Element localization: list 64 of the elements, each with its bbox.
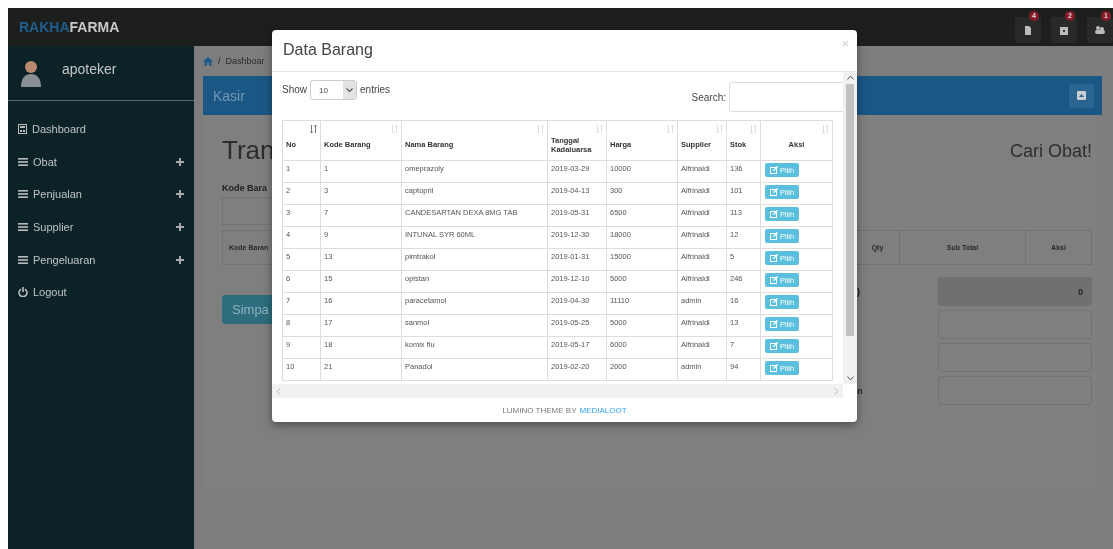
calendar-notification-button[interactable]	[1051, 17, 1077, 43]
user-name: apoteker	[62, 61, 117, 77]
logo[interactable]: RAKHAFARMA	[19, 19, 120, 35]
edit-icon	[770, 276, 778, 284]
sort-icon	[391, 125, 398, 133]
field-label: n	[857, 385, 863, 396]
sidebar-item[interactable]: Logout	[8, 275, 194, 309]
sidebar-item[interactable]: Dashboard	[8, 113, 194, 146]
entries-label: entries	[360, 84, 391, 95]
page-size-select[interactable]: 10	[310, 80, 357, 100]
sort-icon	[716, 125, 723, 133]
horizontal-scrollbar[interactable]	[272, 384, 843, 398]
vertical-scrollbar[interactable]	[843, 72, 857, 384]
search-title: Cari Obat!	[1008, 140, 1092, 163]
edit-icon	[770, 320, 778, 328]
edit-icon	[770, 166, 778, 174]
power-icon	[18, 287, 28, 298]
page-title: Tran	[222, 135, 272, 167]
sort-icon	[537, 125, 544, 133]
sidebar-item[interactable]: Obat	[8, 145, 194, 179]
users-icon	[1095, 26, 1105, 34]
sidebar-item[interactable]: Penjualan	[8, 178, 194, 211]
file-notification-button[interactable]	[1015, 17, 1041, 43]
menu-icon	[18, 223, 28, 232]
edit-icon	[770, 364, 778, 372]
sort-icon	[750, 125, 757, 133]
avatar-icon	[20, 59, 44, 87]
show-label: Show	[282, 84, 307, 95]
field-label: )	[857, 286, 860, 297]
edit-icon	[770, 298, 778, 306]
field-label: Kode Bara	[222, 183, 268, 193]
users-notification-button[interactable]	[1087, 17, 1113, 43]
menu-icon	[18, 157, 28, 166]
edit-icon	[770, 254, 778, 262]
menu-icon	[18, 190, 28, 199]
sidebar-item[interactable]: Supplier	[8, 210, 194, 244]
file-icon	[1024, 25, 1032, 35]
plus-icon	[176, 157, 184, 166]
menu-icon	[18, 255, 28, 264]
collapse-button[interactable]	[1069, 83, 1094, 108]
calculator-icon	[18, 124, 27, 135]
sidebar-item[interactable]: Pengeluaran	[8, 243, 194, 276]
panel-title: Kasir	[213, 87, 245, 104]
search-label: Search:	[691, 91, 726, 103]
plus-icon	[176, 190, 184, 199]
sort-icon	[822, 125, 829, 133]
sort-icon	[596, 125, 603, 133]
breadcrumb-link[interactable]: Dashboar	[225, 56, 265, 66]
edit-icon	[770, 342, 778, 350]
edit-icon	[770, 232, 778, 240]
breadcrumb-separator: /	[218, 56, 221, 66]
footer-text: LUMINO THEME BY	[502, 405, 577, 415]
edit-icon	[770, 210, 778, 218]
caret-up-icon	[1077, 91, 1086, 100]
chevron-down-icon	[343, 81, 356, 99]
sort-icon	[667, 125, 674, 133]
calendar-icon	[1060, 25, 1068, 35]
plus-icon	[176, 223, 184, 232]
home-icon[interactable]	[203, 56, 213, 66]
sort-icon	[310, 125, 317, 133]
plus-icon	[176, 255, 184, 264]
modal-title: Data Barang	[283, 40, 373, 59]
edit-icon	[770, 188, 778, 196]
search-field[interactable]	[729, 82, 843, 112]
